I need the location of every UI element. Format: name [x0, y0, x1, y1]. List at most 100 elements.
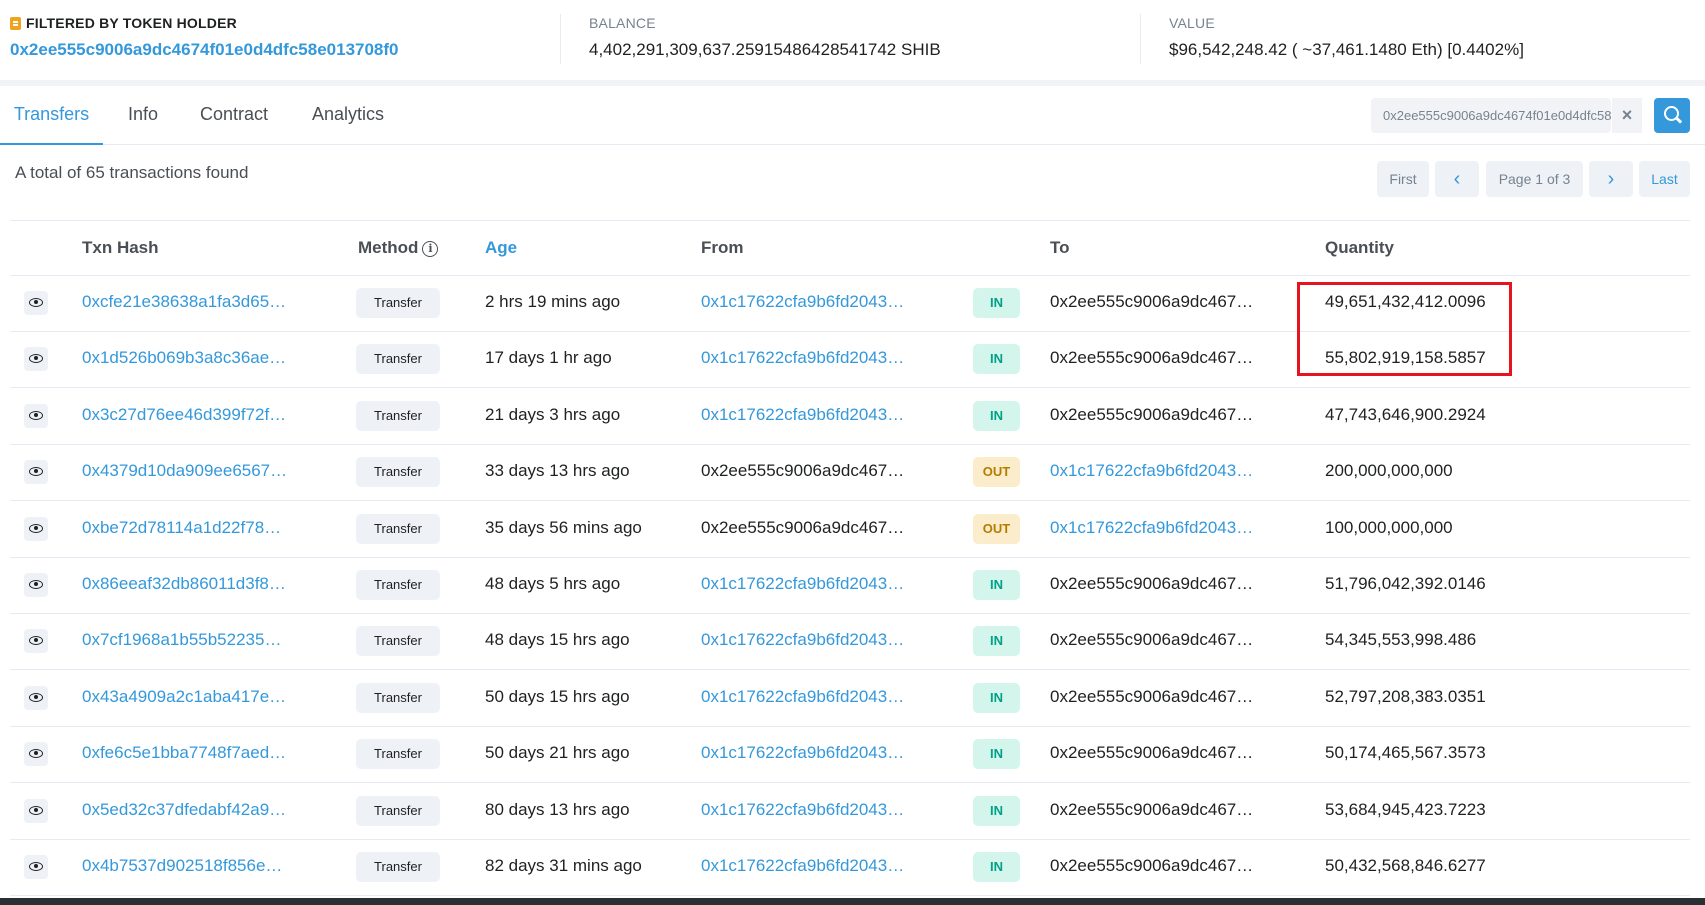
direction-badge: OUT — [973, 513, 1020, 544]
balance-block: BALANCE 4,402,291,309,637.25915486428541… — [589, 14, 941, 60]
age-value: 48 days 5 hrs ago — [485, 574, 621, 593]
method-badge: Transfer — [356, 344, 440, 375]
table-header: Txn Hash Method i Age From To Quantity — [10, 220, 1690, 276]
pager-prev-button[interactable]: ‹ — [1435, 161, 1479, 197]
tab-transfers[interactable]: Transfers — [0, 86, 103, 145]
direction-badge: IN — [973, 739, 1020, 770]
direction-badge: IN — [973, 626, 1020, 657]
eye-icon[interactable] — [24, 798, 48, 823]
eye-icon[interactable] — [24, 347, 48, 372]
method-badge: Transfer — [356, 626, 440, 657]
age-value: 50 days 21 hrs ago — [485, 743, 630, 763]
tab-contract[interactable]: Contract — [200, 86, 268, 143]
txn-hash-link[interactable]: 0x43a4909a2c1aba417e… — [82, 687, 292, 707]
from-address[interactable]: 0x1c17622cfa9b6fd2043… — [701, 405, 921, 425]
to-address[interactable]: 0x1c17622cfa9b6fd2043… — [1050, 518, 1265, 538]
eye-icon[interactable] — [24, 685, 48, 710]
pager-page-indicator: Page 1 of 3 — [1486, 161, 1583, 197]
to-address: 0x2ee555c9006a9dc467… — [1050, 856, 1254, 875]
quantity-value: 55,802,919,158.5857 — [1325, 348, 1486, 368]
from-address[interactable]: 0x1c17622cfa9b6fd2043… — [701, 630, 921, 650]
txn-hash-link[interactable]: 0x3c27d76ee46d399f72f… — [82, 405, 292, 425]
info-icon[interactable]: i — [422, 241, 439, 257]
table-row: 0xfe6c5e1bba7748f7aed… Transfer 50 days 21… — [10, 726, 1690, 784]
eye-icon[interactable] — [24, 855, 48, 879]
holder-address-link[interactable]: 0x2ee555c9006a9dc4674f01e0d4dfc58e013708… — [10, 40, 399, 60]
txn-hash-link[interactable]: 0x1d526b069b3a8c36ae… — [82, 348, 292, 368]
quantity-value: 54,345,553,998.486 — [1325, 630, 1477, 650]
from-address: 0x2ee555c9006a9dc467… — [701, 517, 905, 537]
eye-icon[interactable] — [24, 291, 48, 315]
taskbar-strip — [0, 898, 1705, 905]
txn-hash-link[interactable]: 0x4379d10da909ee6567… — [82, 461, 292, 481]
wallet-icon — [10, 16, 21, 30]
pager-last-button[interactable]: Last — [1639, 161, 1690, 197]
to-address: 0x2ee555c9006a9dc467… — [1050, 292, 1254, 311]
method-badge: Transfer — [356, 852, 440, 882]
txn-hash-link[interactable]: 0x5ed32c37dfedabf42a9… — [82, 800, 292, 820]
age-value: 82 days 31 mins ago — [485, 856, 642, 875]
quantity-value: 200,000,000,000 — [1325, 461, 1453, 481]
direction-badge: IN — [973, 570, 1020, 600]
table-row: 0xbe72d78114a1d22f78… Transfer 35 days 56 … — [10, 501, 1690, 558]
pager-first-button[interactable]: First — [1377, 161, 1429, 197]
col-quantity: Quantity — [1325, 238, 1394, 257]
eye-icon[interactable] — [24, 629, 48, 654]
table-row: 0x43a4909a2c1aba417e… Transfer 50 days 15 … — [10, 670, 1690, 727]
filter-block: FILTERED BY TOKEN HOLDER 0x2ee555c9006a9… — [10, 14, 399, 60]
age-value: 50 days 15 hrs ago — [485, 686, 630, 706]
close-icon[interactable]: × — [1612, 98, 1642, 133]
txn-hash-link[interactable]: 0x7cf1968a1b55b52235… — [82, 630, 292, 650]
quantity-value: 51,796,042,392.0146 — [1325, 574, 1486, 593]
value-block: VALUE $96,542,248.42 ( ~37,461.1480 Eth)… — [1169, 14, 1524, 60]
table-row: 0x4379d10da909ee6567… Transfer 33 days 13 … — [10, 444, 1690, 502]
age-value: 33 days 13 hrs ago — [485, 461, 630, 481]
col-age[interactable]: Age — [485, 238, 517, 258]
total-transactions: A total of 65 transactions found — [15, 163, 249, 182]
from-address[interactable]: 0x1c17622cfa9b6fd2043… — [701, 856, 921, 876]
age-value: 21 days 3 hrs ago — [485, 404, 621, 424]
to-address: 0x2ee555c9006a9dc467… — [1050, 743, 1254, 763]
to-address[interactable]: 0x1c17622cfa9b6fd2043… — [1050, 461, 1265, 481]
txn-hash-link[interactable]: 0xcfe21e38638a1fa3d65… — [82, 292, 292, 312]
eye-icon[interactable] — [24, 516, 48, 541]
from-address[interactable]: 0x1c17622cfa9b6fd2043… — [701, 800, 921, 820]
tab-analytics[interactable]: Analytics — [312, 86, 384, 143]
txn-hash-link[interactable]: 0x4b7537d902518f856e… — [82, 856, 292, 876]
from-address[interactable]: 0x1c17622cfa9b6fd2043… — [701, 687, 921, 707]
filter-label: FILTERED BY TOKEN HOLDER — [26, 15, 237, 31]
to-address: 0x2ee555c9006a9dc467… — [1050, 404, 1254, 424]
pager-next-button[interactable]: › — [1589, 161, 1633, 197]
from-address[interactable]: 0x1c17622cfa9b6fd2043… — [701, 574, 921, 594]
method-badge: Transfer — [356, 570, 440, 600]
to-address: 0x2ee555c9006a9dc467… — [1050, 348, 1254, 368]
tab-info[interactable]: Info — [128, 86, 158, 143]
direction-badge: IN — [973, 682, 1020, 713]
table-row: 0x3c27d76ee46d399f72f… Transfer 21 days 3 … — [10, 388, 1690, 445]
quantity-value: 47,743,646,900.2924 — [1325, 404, 1486, 424]
quantity-value: 49,651,432,412.0096 — [1325, 292, 1486, 311]
address-filter-input[interactable]: 0x2ee555c9006a9dc4674f01e0d4dfc58e013708… — [1371, 98, 1611, 133]
direction-badge: IN — [973, 344, 1020, 375]
from-address[interactable]: 0x1c17622cfa9b6fd2043… — [701, 292, 921, 312]
eye-icon[interactable] — [24, 742, 48, 767]
eye-icon[interactable] — [24, 573, 48, 597]
direction-badge: OUT — [973, 457, 1020, 488]
from-address[interactable]: 0x1c17622cfa9b6fd2043… — [701, 743, 921, 763]
table-row: 0x7cf1968a1b55b52235… Transfer 48 days 15 … — [10, 613, 1690, 671]
txn-hash-link[interactable]: 0xbe72d78114a1d22f78… — [82, 518, 292, 538]
method-badge: Transfer — [356, 457, 440, 488]
txn-hash-link[interactable]: 0x86eeaf32db86011d3f8… — [82, 574, 292, 594]
from-address[interactable]: 0x1c17622cfa9b6fd2043… — [701, 348, 921, 368]
method-badge: Transfer — [356, 513, 440, 544]
eye-icon[interactable] — [24, 403, 48, 428]
search-button[interactable] — [1654, 98, 1690, 133]
search-icon — [1664, 106, 1679, 121]
method-badge: Transfer — [356, 288, 440, 318]
txn-hash-link[interactable]: 0xfe6c5e1bba7748f7aed… — [82, 743, 292, 763]
age-value: 17 days 1 hr ago — [485, 348, 612, 368]
method-badge: Transfer — [356, 400, 440, 431]
balance-value: 4,402,291,309,637.25915486428541742 SHIB — [589, 40, 941, 59]
table-row: 0x5ed32c37dfedabf42a9… Transfer 80 days 13… — [10, 783, 1690, 840]
eye-icon[interactable] — [24, 460, 48, 485]
